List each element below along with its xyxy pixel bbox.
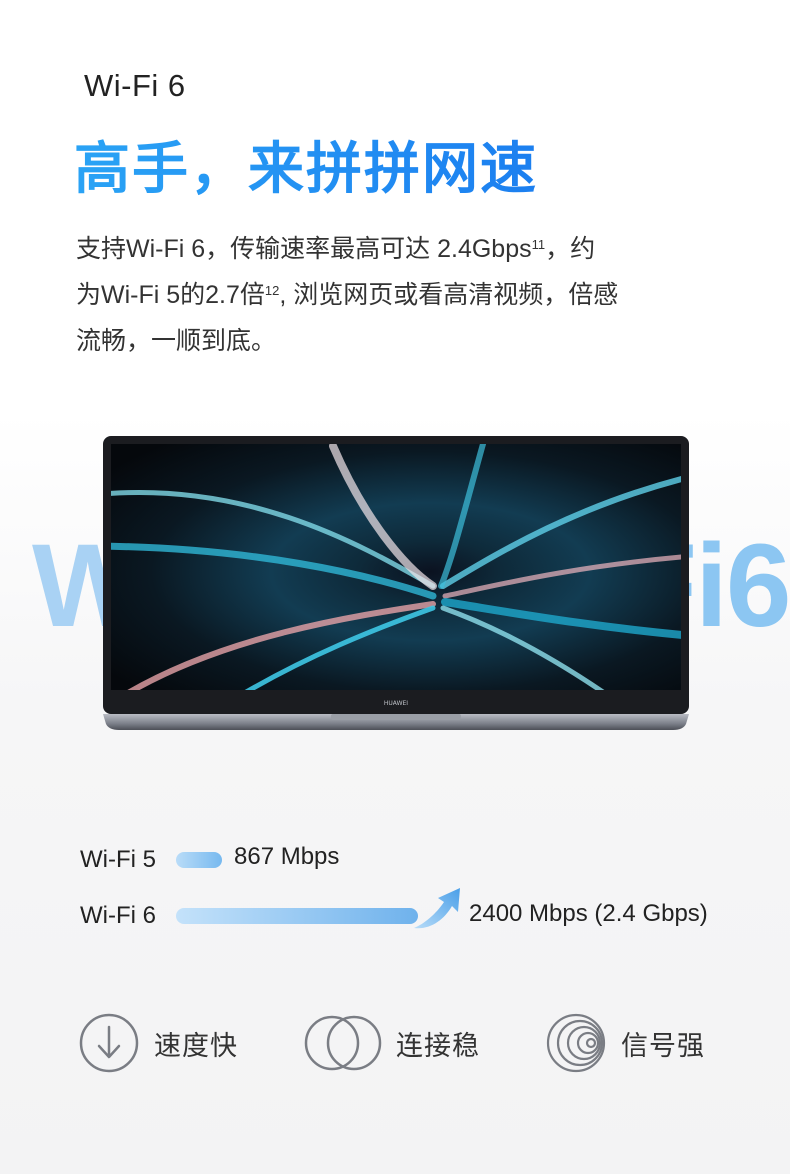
description-line-1: 支持Wi-Fi 6，传输速率最高可达 2.4Gbps11，约: [76, 226, 716, 272]
laptop-image: HUAWEI: [103, 436, 689, 730]
footnote-12: 12: [264, 283, 280, 298]
line-1-tail: ，约: [545, 235, 596, 263]
wifi5-label: Wi-Fi 5: [80, 846, 156, 873]
feature-label: 速度快: [154, 1030, 238, 1061]
line-2-text: 为Wi-Fi 5的2.7倍: [76, 281, 265, 309]
line-1-text: 支持Wi-Fi 6，传输速率最高可达 2.4Gbps: [76, 235, 532, 263]
overlapping-circles-icon: [304, 1015, 382, 1071]
wifi6-speed-bar: [176, 908, 418, 924]
laptop-brand-logo: HUAWEI: [384, 700, 408, 707]
description: 支持Wi-Fi 6，传输速率最高可达 2.4Gbps11，约 为Wi-Fi 5的…: [76, 226, 716, 364]
download-arrow-icon: [79, 1013, 139, 1073]
footnote-11: 11: [531, 237, 546, 252]
wifi6-label: Wi-Fi 6: [80, 902, 156, 929]
laptop-hinge-notch: [331, 714, 461, 720]
feature-speed: 速度快: [78, 1012, 238, 1074]
feature-label: 连接稳: [396, 1030, 480, 1061]
description-line-3: 流畅，一顺到底。: [76, 327, 277, 355]
wifi5-speed-bar: [176, 852, 222, 868]
description-line-2: 为Wi-Fi 5的2.7倍12, 浏览网页或看高清视频，倍感: [76, 272, 716, 318]
wifi6-value: 2400 Mbps (2.4 Gbps): [469, 900, 708, 927]
feature-label: 信号强: [621, 1030, 705, 1061]
signal-rings-icon: [546, 1013, 606, 1073]
speed-up-arrow-icon: [414, 888, 460, 929]
line-2-tail: , 浏览网页或看高清视频，倍感: [279, 281, 619, 309]
feature-connection: 连接稳: [304, 1012, 480, 1074]
wifi5-value: 867 Mbps: [234, 843, 340, 870]
eyebrow-title: Wi-Fi 6: [84, 68, 186, 103]
page-headline: 高手，来拼拼网速: [74, 124, 538, 205]
feature-signal: 信号强: [545, 1012, 705, 1074]
